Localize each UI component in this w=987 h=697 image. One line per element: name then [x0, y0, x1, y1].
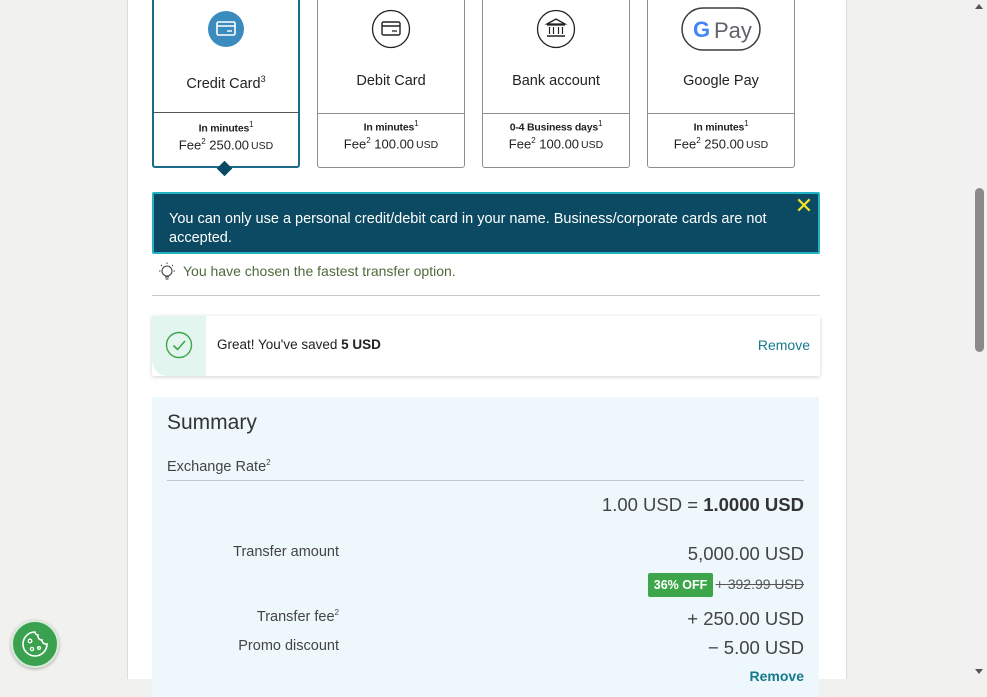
card-divider: [483, 113, 629, 114]
transfer-amount-label: Transfer amount: [233, 544, 339, 560]
summary-panel: Summary Exchange Rate2 1.00 USD = 1.0000…: [152, 397, 819, 697]
promo-remove-link[interactable]: Remove: [758, 337, 810, 353]
credit-card-icon: [207, 10, 245, 53]
payment-method-bank-account[interactable]: Bank account 0-4 Business days1 Fee2 100…: [482, 0, 630, 168]
payment-method-google-pay[interactable]: G Pay Google Pay In minutes1 Fee2 250.00…: [647, 0, 795, 168]
bank-icon: [536, 9, 576, 54]
card-divider: [154, 112, 298, 113]
alert-text: You can only use a personal credit/debit…: [169, 211, 767, 246]
scroll-up-icon[interactable]: [975, 4, 983, 9]
card-notice-alert: You can only use a personal credit/debit…: [152, 192, 820, 254]
transfer-amount-value: 5,000.00 USD: [687, 543, 804, 564]
payment-method-name: Bank account: [512, 73, 600, 89]
summary-title: Summary: [167, 411, 257, 434]
payment-method-speed: 0-4 Business days1: [509, 119, 603, 134]
card-divider: [648, 113, 794, 114]
promo-badge: [152, 316, 206, 376]
original-fee-value: + 392.99 USD: [715, 576, 804, 592]
scroll-thumb[interactable]: [975, 188, 984, 352]
promo-discount-remove-link[interactable]: Remove: [750, 668, 804, 684]
promo-discount-label: Promo discount: [238, 638, 339, 654]
payment-method-fee: Fee2 100.00 USD: [508, 136, 604, 152]
exchange-rate-label: Exchange Rate2: [167, 458, 271, 475]
page-scrollbar[interactable]: [971, 0, 987, 679]
scroll-down-icon[interactable]: [975, 669, 983, 674]
transfer-fee-value: + 250.00 USD: [687, 608, 804, 629]
payment-method-name: Credit Card3: [186, 74, 266, 92]
check-circle-icon: [165, 331, 193, 364]
transfer-fee-label: Transfer fee2: [256, 608, 339, 625]
debit-card-icon: [371, 9, 411, 54]
svg-text:G: G: [693, 17, 710, 42]
discount-badge: 36% OFF: [648, 573, 713, 597]
google-pay-logo: G Pay: [681, 7, 761, 56]
payment-method-fee: Fee2 100.00 USD: [343, 136, 439, 152]
section-divider: [152, 295, 820, 296]
cookie-icon: [21, 630, 49, 663]
payment-method-credit-card[interactable]: Credit Card3 In minutes1 Fee2 250.00 USD: [152, 0, 300, 168]
lightbulb-icon: [156, 261, 178, 288]
svg-text:Pay: Pay: [714, 18, 752, 43]
card-divider: [318, 113, 464, 114]
promo-discount-value: − 5.00 USD: [707, 637, 804, 658]
payment-method-fee: Fee2 250.00 USD: [673, 136, 769, 152]
payment-method-name: Debit Card: [356, 73, 426, 89]
payment-method-fee: Fee2 250.00 USD: [178, 137, 274, 153]
payment-method-debit-card[interactable]: Debit Card In minutes1 Fee2 100.00 USD: [317, 0, 465, 168]
payment-method-name: Google Pay: [683, 73, 759, 89]
payment-method-speed: In minutes1: [363, 119, 419, 134]
exchange-rate-value: 1.00 USD = 1.0000 USD: [601, 494, 804, 515]
hint-text: You have chosen the fastest transfer opt…: [183, 263, 456, 279]
close-icon[interactable]: ✕: [794, 195, 814, 217]
payment-method-speed: In minutes1: [693, 119, 749, 134]
payment-method-speed: In minutes1: [198, 120, 254, 135]
promo-applied-banner: Great! You've saved 5 USD Remove: [152, 316, 820, 376]
cookie-settings-button[interactable]: [11, 620, 59, 668]
promo-message: Great! You've saved 5 USD: [217, 337, 381, 352]
exchange-rate-divider: [167, 480, 804, 481]
